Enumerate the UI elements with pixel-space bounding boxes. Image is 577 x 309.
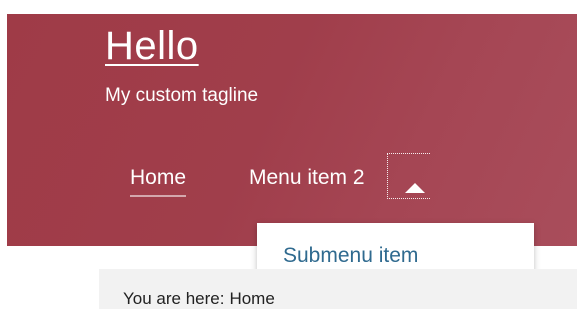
breadcrumb-prefix: You are here:: [123, 289, 225, 308]
submenu-item-link[interactable]: Submenu item: [283, 242, 418, 270]
page-top-strip: [0, 0, 577, 14]
site-header: [7, 14, 577, 246]
site-tagline: My custom tagline: [105, 85, 259, 106]
site-title-link[interactable]: Hello: [105, 22, 199, 70]
nav-item-home[interactable]: Home: [130, 164, 187, 197]
breadcrumb-text: You are here: Home: [123, 289, 275, 309]
nav-item-menu-item-2[interactable]: Menu item 2: [249, 164, 365, 192]
breadcrumb-home-link[interactable]: Home: [229, 289, 274, 308]
caret-up-icon: [405, 183, 425, 193]
breadcrumb: You are here: Home: [99, 269, 577, 309]
